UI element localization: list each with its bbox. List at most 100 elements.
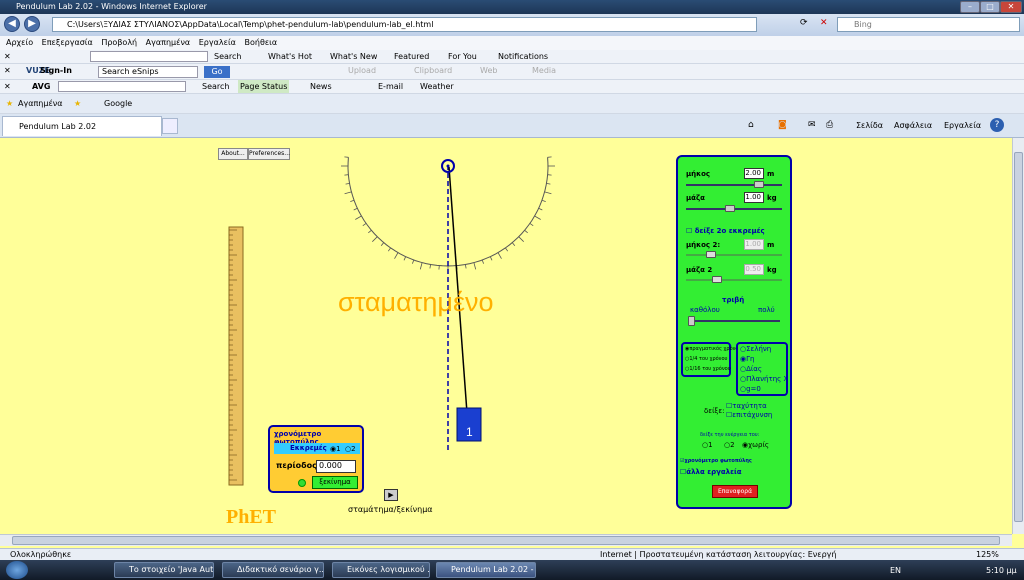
close-toolbar-icon[interactable]: ✕	[4, 50, 11, 63]
ruler[interactable]	[228, 226, 244, 486]
vertical-scroll-thumb[interactable]	[1014, 152, 1023, 522]
upload-button[interactable]: Upload	[348, 64, 376, 77]
forward-button[interactable]: ▶	[24, 16, 40, 32]
stop-icon[interactable]: ✕	[820, 18, 828, 28]
planet-x[interactable]: ○Πλανήτης X	[740, 375, 788, 383]
horizontal-scroll-thumb[interactable]	[12, 536, 1000, 545]
menu-help[interactable]: Βοήθεια	[244, 38, 277, 47]
rss-icon[interactable]: ◙	[778, 120, 787, 130]
task-pendulum[interactable]: Pendulum Lab 2.02 - ...	[436, 562, 536, 578]
planet-moon[interactable]: ○Σελήνη	[740, 345, 771, 353]
new-tab-button[interactable]	[162, 118, 178, 134]
for-you-button[interactable]: For You	[448, 50, 477, 63]
go-button[interactable]: Go	[204, 66, 230, 78]
task-scenario[interactable]: Διδακτικό σενάριο γ...	[222, 562, 324, 578]
length-slider-thumb[interactable]	[754, 181, 764, 188]
toolbar-search-input[interactable]	[90, 51, 208, 62]
mass2-input[interactable]: 0.50	[744, 264, 764, 275]
mail-icon[interactable]: ✉	[808, 120, 816, 130]
address-input[interactable]: C:\Users\ΞΥΔΙΑΣ ΣΤΥΛΙΑΝΟΣ\AppData\Local\…	[52, 17, 757, 32]
vertical-scrollbar[interactable]	[1012, 138, 1024, 534]
esnips-search-input[interactable]: Search eSnips	[98, 66, 198, 78]
avg-search-button[interactable]: Search	[202, 80, 229, 93]
help-icon[interactable]: ?	[990, 118, 1004, 132]
photogate-checkbox[interactable]: ☑χρονόμετρο φωτοπύλης	[680, 458, 752, 464]
friction-slider[interactable]	[688, 320, 780, 322]
close-button[interactable]: ✕	[1000, 1, 1022, 13]
signin-button[interactable]: Sign-In	[40, 64, 72, 77]
back-button[interactable]: ◀	[4, 16, 20, 32]
menu-edit[interactable]: Επεξεργασία	[42, 38, 93, 47]
length2-input[interactable]: 1.00	[744, 239, 764, 250]
play-pause-button[interactable]: ▶	[384, 489, 398, 501]
menu-tools[interactable]: Εργαλεία	[199, 38, 236, 47]
photogate-radio-2[interactable]: ○2	[345, 445, 356, 453]
time-option-sixteenth[interactable]: ○1/16 του χρόνου	[685, 366, 731, 372]
menu-favorites[interactable]: Αγαπημένα	[146, 38, 191, 47]
whats-new-button[interactable]: What's New	[330, 50, 377, 63]
star-icon: ★	[6, 99, 14, 108]
language-indicator[interactable]: EN	[890, 566, 901, 575]
clipboard-button[interactable]: Clipboard	[414, 64, 452, 77]
zoom-level[interactable]: 125%	[976, 549, 999, 560]
menu-view[interactable]: Προβολή	[101, 38, 137, 47]
menu-file[interactable]: Αρχείο	[6, 38, 33, 47]
show-second-pendulum-checkbox[interactable]: ☐ δείξε 2ο εκκρεμές	[686, 227, 765, 235]
velocity-checkbox[interactable]: ☐ταχύτητα	[726, 402, 767, 410]
planet-g0[interactable]: ○g=0	[740, 385, 761, 393]
planet-earth[interactable]: ◉Γη	[740, 355, 754, 363]
start-button[interactable]: ξεκίνημα	[312, 476, 358, 489]
mass-slider-thumb[interactable]	[725, 205, 735, 212]
close-toolbar-icon[interactable]: ✕	[4, 64, 11, 77]
other-tools-checkbox[interactable]: ☐άλλα εργαλεία	[680, 468, 742, 476]
length-input[interactable]: 2.00	[744, 168, 764, 179]
whats-hot-button[interactable]: What's Hot	[268, 50, 312, 63]
avg-search-input[interactable]	[58, 81, 186, 92]
length-slider[interactable]	[686, 184, 782, 186]
task-java[interactable]: Το στοιχείο 'Java Aut...	[114, 562, 214, 578]
page-status-button[interactable]: Page Status	[238, 80, 290, 93]
friction-lot-label: πολύ	[758, 306, 775, 314]
media-button[interactable]: Media	[532, 64, 556, 77]
maximize-button[interactable]: □	[980, 1, 1000, 13]
reset-button[interactable]: Επαναφορά	[712, 485, 758, 498]
safety-menu[interactable]: Ασφάλεια	[894, 121, 932, 130]
friction-slider-thumb[interactable]	[688, 316, 695, 326]
security-zone[interactable]: Internet | Προστατευμένη κατάσταση λειτο…	[600, 549, 836, 560]
acceleration-checkbox[interactable]: ☐επιτάχυνση	[726, 411, 772, 419]
length2-slider[interactable]	[686, 254, 782, 256]
news-button[interactable]: News	[310, 80, 332, 93]
horizontal-scrollbar[interactable]	[0, 534, 1012, 546]
featured-button[interactable]: Featured	[394, 50, 429, 63]
page-menu[interactable]: Σελίδα	[856, 121, 883, 130]
home-icon[interactable]: ⌂	[748, 120, 754, 130]
mass-input[interactable]: 1.00	[744, 192, 764, 203]
email-button[interactable]: E-mail	[378, 80, 403, 93]
web-button[interactable]: Web	[480, 64, 497, 77]
tab-pendulum[interactable]: Pendulum Lab 2.02	[2, 116, 162, 136]
energy-option-1[interactable]: ○1	[702, 441, 713, 449]
energy-option-2[interactable]: ○2	[724, 441, 735, 449]
close-toolbar-icon[interactable]: ✕	[4, 80, 11, 93]
notifications-button[interactable]: Notifications	[498, 50, 548, 63]
google-link[interactable]: Google	[104, 97, 132, 110]
start-button[interactable]	[6, 561, 28, 579]
refresh-icon[interactable]: ⟳	[800, 18, 808, 28]
length2-slider-thumb[interactable]	[706, 251, 716, 258]
mass2-slider-thumb[interactable]	[712, 276, 722, 283]
tools-menu[interactable]: Εργαλεία	[944, 121, 981, 130]
time-option-quarter[interactable]: ○1/4 του χρόνου	[685, 356, 727, 362]
mass2-slider[interactable]	[686, 279, 782, 281]
print-icon[interactable]: ⎙	[826, 120, 833, 130]
add-favorite-icon[interactable]: ★	[74, 97, 81, 110]
photogate-radio-1[interactable]: ◉1	[330, 445, 341, 453]
task-images[interactable]: Εικόνες λογισμικού ...	[332, 562, 430, 578]
minimize-button[interactable]: –	[960, 1, 980, 13]
search-input[interactable]: Bing	[837, 17, 1020, 32]
planet-jupiter[interactable]: ○Δίας	[740, 365, 762, 373]
weather-button[interactable]: Weather	[420, 80, 454, 93]
time-option-real[interactable]: ◉πραγματικός χρόνος	[685, 346, 741, 352]
favorites-button[interactable]: Αγαπημένα	[18, 97, 63, 110]
toolbar-search-button[interactable]: Search	[214, 50, 241, 63]
energy-option-none[interactable]: ◉χωρίς	[742, 441, 769, 449]
